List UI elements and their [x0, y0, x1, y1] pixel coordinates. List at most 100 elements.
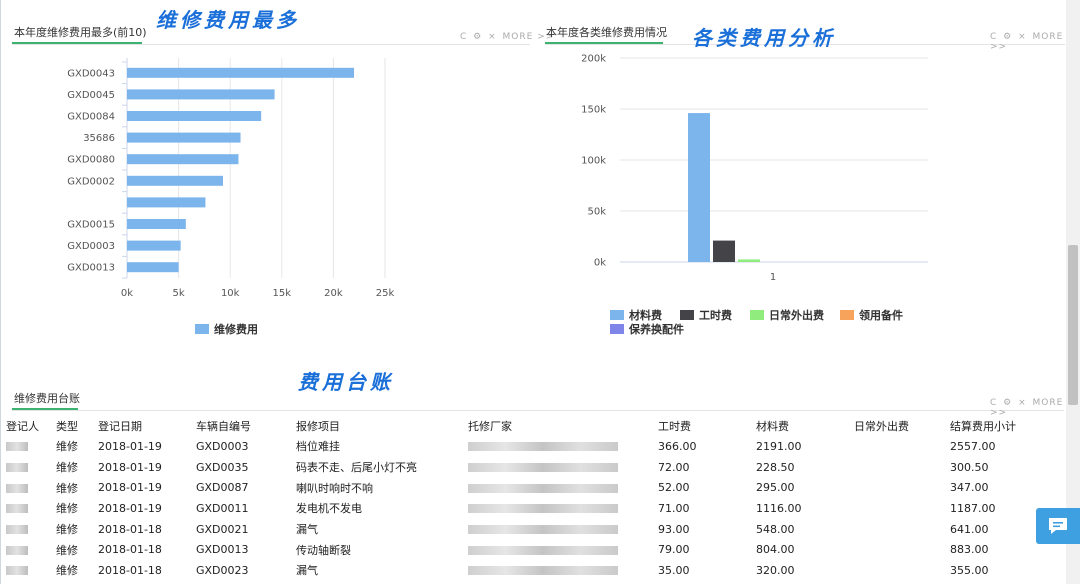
y-tick-label: GXD0003 [67, 241, 115, 252]
table-row[interactable]: 维修 2018-01-18 GXD0021 漏气 93.00 548.00 641.00 [6, 519, 1060, 540]
cell-registrant [6, 457, 56, 478]
close-icon[interactable]: × [1018, 32, 1027, 42]
redacted-text [468, 483, 618, 493]
y-tick-label: 100k [581, 156, 606, 167]
cell-registrant [6, 498, 56, 519]
scrollbar-thumb[interactable] [1068, 245, 1078, 405]
cell-item: 档位难挂 [296, 440, 340, 454]
legend-item[interactable]: 维修费用 [195, 321, 258, 337]
col-header-material[interactable]: 材料费 [756, 416, 854, 436]
col-header-labor[interactable]: 工时费 [658, 416, 756, 436]
redacted-text [468, 463, 618, 473]
cell-vehicle: GXD0013 [196, 543, 249, 557]
table-header-row: 登记人 类型 登记日期 车辆自编号 报修项目 托修厂家 工时费 材料费 日常外出… [6, 416, 1060, 436]
cell-material: 804.00 [756, 543, 795, 557]
cell-type: 维修 [56, 523, 78, 537]
legend-label: 维修费用 [214, 323, 258, 336]
cell-vendor [468, 560, 658, 581]
bar [688, 113, 710, 262]
cell-item: 传动轴断裂 [296, 543, 351, 557]
col-header-type[interactable]: 类型 [56, 416, 98, 436]
cell-vehicle: GXD0035 [196, 460, 249, 474]
bar [127, 197, 206, 208]
cell-item: 漏气 [296, 564, 318, 578]
col-header-item[interactable]: 报修项目 [296, 416, 468, 436]
legend-item[interactable]: 日常外出费 [750, 307, 824, 323]
cell-type: 维修 [56, 502, 78, 516]
y-tick-label: GXD0045 [67, 90, 115, 101]
annotation-ledger: 费用台账 [298, 370, 394, 394]
cell-registrant [6, 519, 56, 540]
redacted-text [6, 566, 28, 576]
cell-date: 2018-01-18 [98, 522, 162, 536]
table-row[interactable]: 维修 2018-01-19 GXD0011 发电机不发电 71.00 1116.00 118… [6, 498, 1060, 519]
bar [127, 175, 223, 186]
chat-button[interactable] [1036, 508, 1080, 544]
cell-vendor [468, 519, 658, 540]
col-header-outing[interactable]: 日常外出费 [854, 416, 950, 436]
col-header-vehicle[interactable]: 车辆自编号 [196, 416, 296, 436]
bar [127, 67, 355, 78]
bar [127, 111, 262, 121]
table-row[interactable]: 维修 2018-01-18 GXD0013 传动轴断裂 79.00 804.00 883.0… [6, 539, 1060, 560]
legend-item[interactable]: 领用备件 [840, 307, 903, 323]
gear-icon[interactable]: ⚙ [1003, 398, 1012, 408]
cell-registrant [6, 477, 56, 498]
refresh-icon[interactable]: C [990, 32, 997, 42]
cell-labor: 366.00 [658, 439, 697, 453]
cell-date: 2018-01-18 [98, 543, 162, 557]
y-tick-label: GXD0084 [67, 112, 115, 123]
gear-icon[interactable]: ⚙ [473, 32, 482, 42]
bar [738, 259, 760, 262]
bar [127, 89, 275, 100]
cell-type: 维修 [56, 481, 78, 495]
cell-labor: 79.00 [658, 543, 690, 557]
cell-vehicle: GXD0021 [196, 522, 249, 536]
cell-vendor [468, 457, 658, 478]
table-row[interactable]: 维修 2018-01-19 GXD0035 码表不走、后尾小灯不亮 72.00 228.5… [6, 457, 1060, 478]
col-header-vendor[interactable]: 托修厂家 [468, 416, 658, 436]
cell-vendor [468, 436, 658, 457]
bar [127, 240, 181, 251]
legend-swatch [680, 310, 694, 320]
bar [127, 132, 241, 143]
bar [127, 219, 186, 229]
gear-icon[interactable]: ⚙ [1003, 32, 1012, 42]
cell-material: 320.00 [756, 563, 795, 577]
table-row[interactable]: 维修 2018-01-19 GXD0003 档位难挂 366.00 2191.00 2557… [6, 436, 1060, 457]
table-row[interactable]: 维修 2018-01-18 GXD0023 漏气 35.00 320.00 355.00 [6, 560, 1060, 581]
col-header-date[interactable]: 登记日期 [98, 416, 196, 436]
cell-vendor [468, 539, 658, 560]
cell-outing [854, 477, 950, 498]
cell-type: 维修 [56, 440, 78, 454]
redacted-text [468, 545, 618, 555]
refresh-icon[interactable]: C [990, 398, 997, 408]
cell-registrant [6, 436, 56, 457]
legend-item[interactable]: 保养换配件 [610, 321, 684, 337]
bar [127, 262, 179, 273]
page-scrollbar[interactable] [1066, 0, 1080, 584]
refresh-icon[interactable]: C [460, 32, 467, 42]
cell-vehicle: GXD0003 [196, 439, 249, 453]
y-tick-label: GXD0013 [67, 263, 115, 274]
cell-outing [854, 560, 950, 581]
close-icon[interactable]: × [488, 32, 497, 42]
redacted-text [468, 525, 618, 535]
legend-item[interactable]: 工时费 [680, 307, 732, 323]
col-header-registrant[interactable]: 登记人 [6, 416, 56, 436]
panel-tools: C ⚙ × MORE >> [460, 32, 556, 42]
y-tick-label: 35686 [83, 133, 115, 144]
legend-swatch [195, 324, 209, 334]
top-maintenance-chart: 0k 5k 10k 15k 20k 25k GXD0043 GXD0045 GXD0084 356… [67, 58, 394, 299]
y-tick-label: 150k [581, 105, 606, 116]
cell-material: 228.50 [756, 460, 795, 474]
cell-labor: 71.00 [658, 501, 690, 515]
cell-date: 2018-01-19 [98, 501, 162, 515]
close-icon[interactable]: × [1018, 398, 1027, 408]
cell-material: 2191.00 [756, 439, 802, 453]
table-row[interactable]: 维修 2018-01-19 GXD0087 喇叭时响时不响 52.00 295.00 347… [6, 477, 1060, 498]
redacted-text [468, 566, 618, 576]
col-header-total[interactable]: 结算费用小计 [950, 416, 1060, 436]
legend-swatch [610, 324, 624, 334]
panel-divider [12, 410, 1064, 411]
